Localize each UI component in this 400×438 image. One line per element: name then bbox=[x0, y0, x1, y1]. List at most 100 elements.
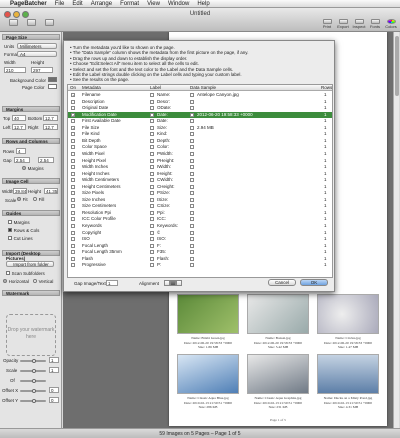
row-label-style-box[interactable] bbox=[150, 224, 154, 228]
row-label[interactable]: Date: bbox=[157, 112, 168, 118]
row-on-checkbox[interactable] bbox=[71, 184, 75, 189]
row-rows-count[interactable]: 1 bbox=[324, 210, 327, 216]
row-sample-style-box[interactable] bbox=[190, 256, 194, 261]
row-metadata[interactable]: Keywords bbox=[82, 223, 102, 229]
row-on-checkbox[interactable] bbox=[71, 224, 75, 228]
row-sample-style-box[interactable] bbox=[190, 217, 194, 222]
row-label[interactable]: ISO: bbox=[157, 236, 166, 242]
thumbnail-image[interactable] bbox=[317, 354, 379, 394]
thumbnail-image[interactable] bbox=[177, 294, 239, 334]
vertical-scrollbar[interactable] bbox=[393, 32, 399, 428]
row-sample-style-box[interactable] bbox=[190, 106, 194, 111]
row-sample-style-box[interactable] bbox=[190, 184, 194, 189]
margin-bottom-field[interactable]: 12.7 bbox=[43, 115, 58, 121]
table-row[interactable]: Height Pixel PHeight: 1 bbox=[68, 158, 332, 164]
row-on-checkbox[interactable] bbox=[71, 250, 75, 255]
menu-file[interactable]: File bbox=[55, 1, 65, 7]
row-rows-count[interactable]: 1 bbox=[324, 125, 327, 131]
table-row[interactable]: Bit Depth Depth: 1 bbox=[68, 138, 332, 144]
slider-knob[interactable] bbox=[32, 379, 36, 383]
gap-image-text-field[interactable]: 1 bbox=[106, 280, 118, 286]
row-label-style-box[interactable] bbox=[150, 197, 154, 202]
guides-rows-cols-checkbox[interactable]: Rows & Cols bbox=[8, 228, 39, 234]
row-metadata[interactable]: File Size bbox=[82, 125, 99, 131]
row-rows-count[interactable]: 1 bbox=[324, 236, 327, 242]
row-label-style-box[interactable] bbox=[150, 93, 154, 97]
row-on-checkbox[interactable] bbox=[71, 204, 75, 209]
row-label[interactable]: ODate: bbox=[157, 105, 171, 111]
thumb-cell[interactable]: Name: Classic Aqua Blue.jpg Date: 2010-02… bbox=[177, 354, 239, 414]
row-label[interactable]: Depth: bbox=[157, 138, 170, 144]
section-image-cell[interactable]: Image Cell bbox=[2, 178, 60, 184]
row-rows-count[interactable]: 1 bbox=[324, 256, 327, 262]
row-sample-style-box[interactable] bbox=[190, 145, 194, 150]
toolbar-button-1[interactable] bbox=[6, 19, 20, 29]
row-rows-count[interactable]: 1 bbox=[324, 92, 327, 98]
scan-subfolders-checkbox[interactable]: Scan Subfolders bbox=[6, 271, 45, 277]
row-metadata[interactable]: Width Pixel bbox=[82, 151, 105, 157]
row-label[interactable]: CSize: bbox=[157, 203, 170, 209]
thumbnail-image[interactable] bbox=[247, 354, 309, 394]
row-on-checkbox[interactable] bbox=[71, 119, 75, 124]
margin-left-field[interactable]: 12.7 bbox=[12, 124, 26, 130]
row-label-style-box[interactable] bbox=[150, 158, 154, 163]
row-rows-count[interactable]: 1 bbox=[324, 190, 327, 196]
row-metadata[interactable]: Flash bbox=[82, 256, 93, 262]
table-row[interactable]: Color Space Color: 1 bbox=[68, 144, 332, 150]
row-metadata[interactable]: Modification Date bbox=[82, 112, 117, 118]
fill-radio[interactable]: Fill bbox=[33, 197, 44, 203]
toolbar-button-3[interactable] bbox=[42, 19, 56, 29]
table-row[interactable]: Size Inches ISize: 1 bbox=[68, 197, 332, 203]
row-metadata[interactable]: Progressive bbox=[82, 262, 106, 268]
vertical-radio[interactable]: Vertical bbox=[33, 279, 53, 285]
row-rows-count[interactable]: 1 bbox=[324, 177, 327, 183]
slider-knob[interactable] bbox=[32, 359, 36, 363]
horizontal-radio[interactable]: Horizontal bbox=[3, 279, 29, 285]
row-sample-style-box[interactable] bbox=[190, 125, 194, 130]
row-metadata[interactable]: Size Inches bbox=[82, 197, 105, 203]
cell-width-field[interactable]: 39.84 bbox=[13, 188, 27, 194]
row-sample-style-box[interactable] bbox=[190, 263, 194, 268]
table-row[interactable]: Description Descr: 1 bbox=[68, 99, 332, 105]
row-sample-style-box[interactable] bbox=[190, 151, 194, 156]
table-row[interactable]: File Kind Kind: 1 bbox=[68, 131, 332, 137]
row-label-style-box[interactable] bbox=[150, 191, 154, 196]
row-label-style-box[interactable] bbox=[150, 112, 154, 117]
row-label-style-box[interactable] bbox=[150, 256, 154, 261]
row-sample-style-box[interactable] bbox=[190, 224, 194, 228]
rows-field[interactable]: 4 bbox=[16, 148, 26, 154]
inspect-button[interactable]: Inspect bbox=[352, 19, 366, 29]
row-rows-count[interactable]: 1 bbox=[324, 203, 327, 209]
row-label[interactable]: PSize: bbox=[157, 190, 170, 196]
menu-help[interactable]: Help bbox=[197, 1, 209, 7]
toolbar-button-2[interactable] bbox=[24, 19, 38, 29]
row-on-checkbox[interactable] bbox=[71, 263, 75, 268]
row-rows-count[interactable]: 1 bbox=[324, 216, 327, 222]
table-row[interactable]: Keywords Keywords: 1 bbox=[68, 223, 332, 229]
row-sample-style-box[interactable] bbox=[190, 171, 194, 176]
row-sample-style-box[interactable] bbox=[190, 158, 194, 163]
section-rows-columns[interactable]: Rows and Columns bbox=[2, 138, 60, 144]
row-on-checkbox[interactable] bbox=[71, 243, 75, 248]
fit-radio[interactable]: Fit bbox=[17, 197, 28, 203]
column-header-metadata[interactable]: Metadata bbox=[82, 85, 101, 91]
row-label-style-box[interactable] bbox=[150, 171, 154, 176]
section-guides[interactable]: Guides bbox=[2, 210, 60, 216]
row-sample-style-box[interactable] bbox=[190, 119, 194, 124]
row-label-style-box[interactable] bbox=[150, 99, 154, 104]
row-rows-count[interactable]: 1 bbox=[324, 144, 327, 150]
opacity-field[interactable]: 1 bbox=[49, 357, 59, 363]
row-on-checkbox[interactable] bbox=[71, 158, 75, 163]
row-rows-count[interactable]: 1 bbox=[324, 118, 327, 124]
export-button[interactable]: Export bbox=[336, 19, 350, 29]
row-on-checkbox[interactable] bbox=[71, 138, 75, 143]
row-on-checkbox[interactable] bbox=[71, 106, 75, 111]
row-on-checkbox[interactable] bbox=[71, 197, 75, 202]
row-label-style-box[interactable] bbox=[150, 210, 154, 215]
bg-color-well[interactable] bbox=[48, 77, 57, 82]
offset-x-field[interactable]: 0 bbox=[49, 387, 59, 393]
menu-window[interactable]: Window bbox=[168, 1, 189, 7]
row-sample-style-box[interactable] bbox=[190, 93, 194, 97]
row-label[interactable]: Date: bbox=[157, 118, 168, 124]
table-row[interactable]: Size Centimeters CSize: 1 bbox=[68, 203, 332, 209]
